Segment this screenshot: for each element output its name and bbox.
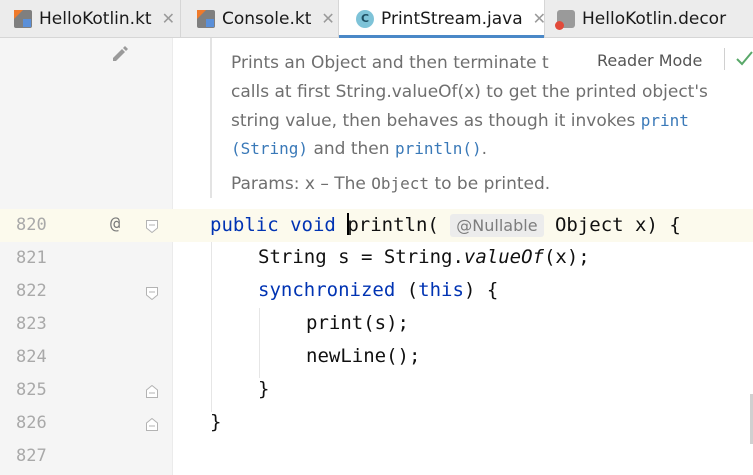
fold-close-icon[interactable] (146, 418, 158, 431)
close-icon[interactable]: ✕ (321, 9, 334, 28)
method-call: valueOf (463, 246, 544, 268)
toolbar-separator (724, 48, 725, 70)
line-number: 826 (16, 413, 47, 433)
doc-text: Params: x – The (231, 174, 372, 194)
close-icon[interactable]: ✕ (162, 9, 175, 28)
keyword: this (418, 279, 464, 301)
line-number: 822 (16, 281, 47, 301)
code-line-820[interactable]: public void println( @Nullable Object x)… (210, 213, 681, 237)
tab-label: PrintStream.java (381, 8, 523, 29)
code-text: ( (395, 279, 419, 301)
doc-code: Object (371, 174, 430, 193)
kotlin-file-icon (14, 9, 32, 28)
tab-label: Console.kt (222, 8, 312, 29)
doc-line-1: Prints an Object and then terminate t (231, 53, 549, 73)
code-line-823[interactable]: print(s); (306, 312, 409, 334)
doc-text: string value, then behaves as though it … (231, 111, 641, 131)
doc-line-2: calls at first String.valueOf(x) to get … (231, 82, 708, 102)
doc-block-bar (210, 38, 212, 198)
doc-link-println[interactable]: println() (395, 139, 482, 158)
override-marker-icon[interactable]: @ (110, 214, 120, 234)
doc-line-3: string value, then behaves as though it … (231, 107, 689, 136)
doc-text: and then (308, 139, 395, 159)
code-text: Object x) { (554, 214, 681, 236)
tab-console-kt[interactable]: Console.kt ✕ (181, 0, 339, 37)
tab-hellokotlin-decompiled[interactable]: HelloKotlin.decor (545, 0, 753, 37)
line-number: 825 (16, 380, 47, 400)
tab-printstream-java[interactable]: C PrintStream.java ✕ (339, 0, 546, 38)
code-line-824[interactable]: newLine(); (306, 345, 420, 367)
keyword: synchronized (258, 279, 396, 301)
indent-guide (259, 308, 260, 378)
fold-close-icon[interactable] (146, 385, 158, 398)
doc-link-print[interactable]: print (641, 111, 689, 130)
doc-text: to be printed. (429, 174, 551, 194)
line-number: 823 (16, 314, 47, 334)
gutter-divider (172, 38, 173, 475)
check-icon[interactable] (735, 47, 753, 69)
nullable-annotation-hint: @Nullable (450, 214, 544, 237)
code-line-821[interactable]: String s = String.valueOf(x); (258, 246, 590, 268)
code-line-825[interactable]: } (258, 378, 269, 400)
reader-mode-toggle[interactable]: Reader Mode (597, 51, 702, 70)
code-text: String s = String. (258, 246, 464, 268)
code-line-826[interactable]: } (210, 411, 221, 433)
indent-guide (211, 242, 212, 412)
doc-link-string[interactable]: (String) (231, 139, 308, 158)
tab-label: HelloKotlin.kt (39, 8, 152, 29)
fold-open-icon[interactable] (146, 220, 158, 233)
code-line-822[interactable]: synchronized (this) { (258, 279, 498, 301)
method-name: println( (347, 214, 439, 236)
doc-line-4: (String) and then println(). (231, 135, 487, 164)
line-number: 824 (16, 347, 47, 367)
fold-open-icon[interactable] (146, 287, 158, 300)
line-number: 821 (16, 248, 47, 268)
java-class-icon: C (356, 9, 374, 28)
tab-label: HelloKotlin.decor (582, 8, 727, 29)
code-text: (x); (543, 246, 590, 268)
kotlin-file-icon (197, 9, 215, 28)
keyword: void (290, 214, 336, 236)
editor-tab-bar: HelloKotlin.kt ✕ Console.kt ✕ C PrintStr… (0, 0, 753, 38)
doc-text: . (481, 139, 488, 159)
decompiled-file-icon (555, 9, 575, 30)
code-text: ) { (463, 279, 499, 301)
line-number: 827 (16, 446, 47, 466)
edit-doc-pencil-icon[interactable] (110, 44, 130, 62)
line-number: 820 (16, 215, 47, 235)
keyword: public (210, 214, 279, 236)
tab-hellokotlin-kt[interactable]: HelloKotlin.kt ✕ (0, 0, 181, 37)
doc-params: Params: x – The Object to be printed. (231, 170, 550, 199)
